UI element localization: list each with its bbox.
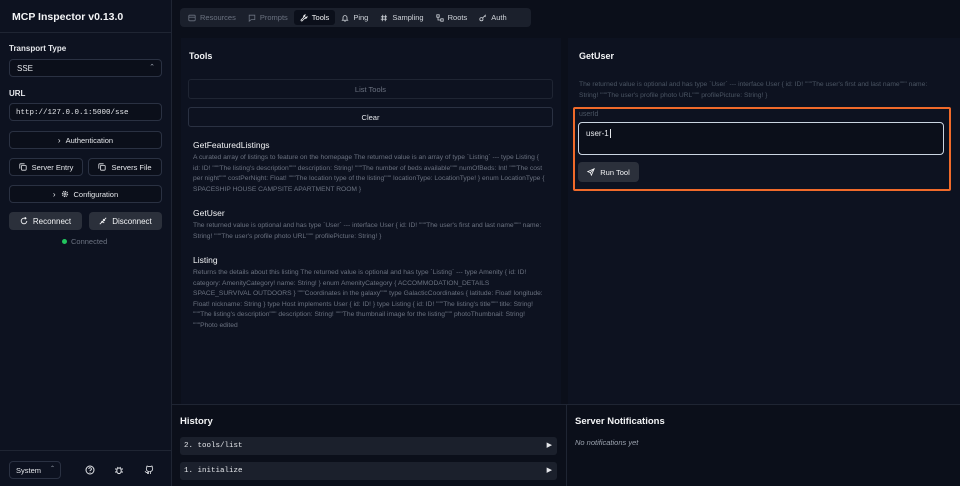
bell-icon [341, 14, 349, 22]
history-title: History [180, 416, 213, 427]
chevron-right-icon: › [57, 135, 61, 145]
hash-icon [380, 14, 388, 22]
tab-prompts[interactable]: Prompts [242, 10, 294, 25]
server-entry-label: Server Entry [31, 162, 74, 172]
tools-icon [300, 13, 308, 22]
text-cursor [609, 129, 611, 138]
tab-label: Resources [200, 13, 236, 22]
tool-name: GetFeaturedListings [193, 140, 270, 150]
disconnect-label: Disconnect [112, 216, 152, 226]
tab-label: Prompts [259, 13, 288, 22]
tab-tools[interactable]: Tools [293, 10, 336, 25]
tool-description: Returns the details about this listing T… [193, 269, 543, 329]
configuration-label: Configuration [73, 189, 119, 199]
server-entry-button[interactable]: Server Entry [9, 158, 83, 176]
tab-resources[interactable]: Resources [182, 10, 242, 25]
tool-name: GetUser [193, 208, 225, 218]
resources-icon [188, 14, 196, 22]
key-icon [479, 14, 487, 22]
tab-auth[interactable]: Auth [473, 10, 512, 25]
tool-item-getfeaturedlistings[interactable]: GetFeaturedListings A curated array of l… [193, 140, 547, 195]
clear-button[interactable]: Clear [188, 107, 553, 127]
notifications-title: Server Notifications [575, 416, 665, 427]
authentication-label: Authentication [65, 135, 114, 145]
tool-detail-description: The returned value is optional and has t… [579, 81, 928, 99]
authentication-button[interactable]: › Authentication [9, 131, 162, 149]
prompts-icon [248, 14, 256, 22]
tab-label: Tools [311, 13, 330, 22]
app-title: MCP Inspector v0.13.0 [12, 11, 124, 23]
tool-detail-title: GetUser [579, 51, 615, 61]
transport-type-label: Transport Type [9, 44, 67, 53]
tab-label: Auth [491, 13, 507, 22]
theme-select[interactable]: System ⌃ [9, 461, 61, 479]
sidebar-footer: System ⌃ [0, 450, 172, 486]
status-dot-icon [62, 239, 67, 244]
tools-panel-title: Tools [189, 51, 213, 61]
tab-bar: Resources Prompts Tools Ping Sampling Ro… [180, 8, 531, 27]
github-icon[interactable] [143, 464, 155, 476]
copy-icon [98, 163, 107, 171]
tool-description: The returned value is optional and has t… [193, 222, 542, 240]
theme-value: System [16, 466, 42, 475]
gear-icon [61, 190, 69, 198]
url-label: URL [9, 89, 26, 98]
transport-type-select[interactable]: SSE ⌃ [9, 59, 162, 77]
servers-file-label: Servers File [111, 162, 152, 172]
userid-input[interactable]: user-1 [578, 122, 944, 155]
expand-triangle-icon: ▶ [546, 441, 552, 449]
tab-label: Sampling [392, 13, 424, 22]
copy-icon [19, 163, 27, 171]
userid-value: user-1 [586, 129, 609, 138]
param-label: userId [579, 111, 599, 118]
refresh-icon [20, 217, 28, 225]
sidebar-divider [0, 32, 172, 33]
disconnect-button[interactable]: Disconnect [89, 212, 162, 230]
reconnect-button[interactable]: Reconnect [9, 212, 82, 230]
notifications-empty-text: No notifications yet [575, 438, 639, 447]
transport-type-value: SSE [17, 64, 34, 73]
history-item[interactable]: 2. tools/list ▶ [180, 437, 557, 455]
history-item-label: 1. initialize [184, 467, 243, 475]
chevron-up-down-icon: ⌃ [49, 466, 55, 472]
tab-roots[interactable]: Roots [430, 10, 474, 25]
sidebar: MCP Inspector v0.13.0 Transport Type SSE… [0, 0, 172, 486]
run-tool-label: Run Tool [600, 167, 630, 177]
tool-description: A curated array of listings to feature o… [193, 154, 545, 193]
configuration-button[interactable]: › Configuration [9, 185, 162, 203]
bug-icon[interactable] [113, 464, 125, 476]
bottom-separator [566, 405, 567, 486]
tool-item-listing[interactable]: Listing Returns the details about this l… [193, 255, 547, 331]
tab-ping[interactable]: Ping [335, 10, 374, 25]
url-input[interactable]: http://127.0.0.1:5000/sse [9, 103, 162, 121]
tool-list[interactable]: GetFeaturedListings A curated array of l… [193, 140, 547, 342]
run-tool-button[interactable]: Run Tool [578, 162, 639, 182]
history-item[interactable]: 1. initialize ▶ [180, 462, 557, 480]
roots-icon [436, 13, 444, 22]
help-icon[interactable] [84, 464, 96, 476]
expand-triangle-icon: ▶ [546, 466, 552, 474]
tab-sampling[interactable]: Sampling [374, 10, 429, 25]
chevron-up-down-icon: ⌃ [149, 64, 155, 71]
chevron-right-icon: › [52, 189, 56, 199]
unplug-icon [99, 217, 107, 225]
tool-item-getuser[interactable]: GetUser The returned value is optional a… [193, 208, 547, 242]
history-item-label: 2. tools/list [184, 442, 243, 450]
send-icon [587, 168, 596, 176]
tool-name: Listing [193, 255, 218, 265]
reconnect-label: Reconnect [32, 216, 72, 226]
tab-label: Ping [353, 13, 369, 22]
tab-label: Roots [447, 13, 468, 22]
connection-status: Connected [62, 237, 107, 246]
status-text: Connected [71, 237, 108, 246]
servers-file-button[interactable]: Servers File [88, 158, 162, 176]
list-tools-button[interactable]: List Tools [188, 79, 553, 99]
